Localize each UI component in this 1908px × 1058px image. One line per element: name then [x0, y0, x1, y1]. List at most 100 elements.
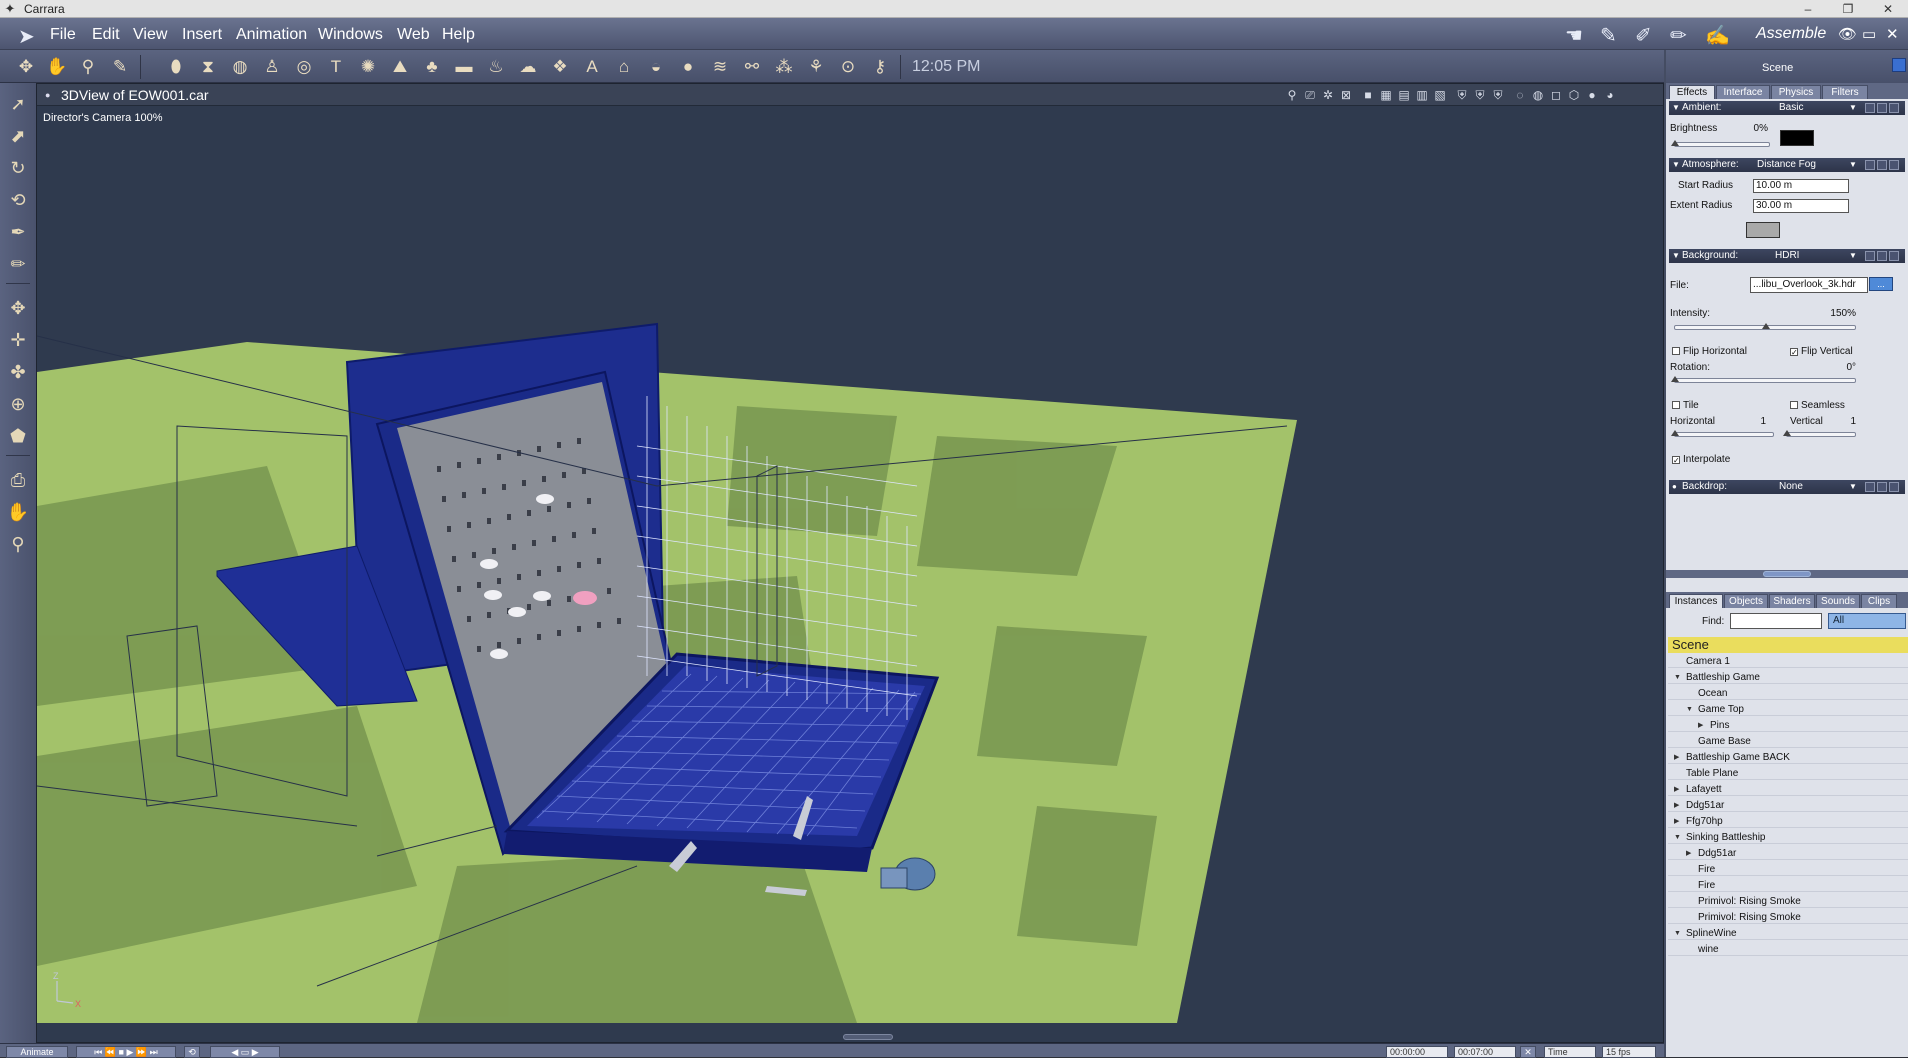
room-icon[interactable]: ⌂ [612, 56, 636, 78]
eye-icon[interactable]: 👁 [1838, 25, 1857, 43]
layout-5-icon[interactable]: ▧ [1432, 87, 1448, 103]
rotate-tool-icon[interactable]: ↻ [4, 155, 32, 181]
extent-radius-field[interactable]: 30.00 m [1753, 199, 1849, 213]
backdrop-section-header[interactable]: ● Backdrop: None ▼ [1669, 480, 1905, 494]
shield-2-icon[interactable]: ⛨ [1472, 87, 1488, 103]
tree-item[interactable]: ▶ Ddg51ar [1668, 847, 1908, 860]
close-room-icon[interactable]: ✕ [1886, 25, 1899, 43]
model-room-icon[interactable]: ✎ [1600, 23, 1617, 48]
tree-item[interactable]: ▼ Battleship Game [1668, 671, 1908, 684]
direct-manipulation-icon[interactable]: ⬈ [4, 123, 32, 149]
frame-controls[interactable]: ◀ ▭ ▶ [210, 1046, 280, 1058]
vertex-object-icon[interactable]: ◒ [644, 56, 668, 78]
plane-icon[interactable]: ▬ [452, 56, 476, 78]
render-room-icon[interactable]: ✍ [1705, 23, 1730, 48]
fps-select[interactable]: 15 fps [1602, 1046, 1656, 1058]
tab-objects[interactable]: Objects [1724, 594, 1768, 608]
collapsed-arrow-icon[interactable]: ▶ [1674, 751, 1679, 764]
zoom-tool-icon[interactable]: ⚲ [76, 56, 100, 78]
trackball-tool-icon[interactable]: ✤ [4, 359, 32, 385]
transport-controls[interactable]: ⏮ ⏪ ■ ▶ ⏩ ⏭ [76, 1046, 176, 1058]
collapsed-arrow-icon[interactable]: ▶ [1686, 847, 1691, 860]
menu-web[interactable]: Web [397, 26, 430, 44]
paint-tool-icon[interactable]: ✏ [4, 251, 32, 277]
storyboard-room-icon[interactable]: ✐ [1635, 23, 1652, 48]
fog-color-swatch[interactable] [1746, 222, 1780, 238]
collapse-arrow-icon[interactable]: ▼ [1672, 249, 1680, 263]
terrain-icon[interactable]: ⛰ [388, 56, 412, 78]
tree-item[interactable]: Game Base [1668, 735, 1908, 748]
time-start-field[interactable]: 00:00:00 [1386, 1046, 1448, 1058]
menu-insert[interactable]: Insert [182, 26, 222, 44]
collapse-arrow-icon[interactable]: ▼ [1672, 158, 1680, 172]
divider-grip[interactable] [1763, 571, 1811, 577]
find-input[interactable] [1730, 613, 1822, 629]
tab-clips[interactable]: Clips [1861, 594, 1897, 608]
shield-3-icon[interactable]: ⛨ [1490, 87, 1506, 103]
tree-item[interactable]: ▼ SplineWine [1668, 927, 1908, 940]
cube-icon[interactable]: ⬡ [1566, 87, 1582, 103]
camera-icon[interactable]: ⊠ [1338, 87, 1354, 103]
plane-move-tool-icon[interactable]: ✛ [4, 327, 32, 353]
tab-sounds[interactable]: Sounds [1816, 594, 1860, 608]
tree-item[interactable]: Primivol: Rising Smoke [1668, 911, 1908, 924]
shaders-tool-icon[interactable]: ✎ [108, 56, 132, 78]
dropdown-icon[interactable]: ▼ [1849, 249, 1857, 263]
maximize-room-icon[interactable]: ▭ [1862, 25, 1876, 43]
cloud-icon[interactable]: ☁ [516, 56, 540, 78]
pin-icon[interactable] [1892, 58, 1906, 72]
menu-animation[interactable]: Animation [236, 26, 307, 44]
expanded-arrow-icon[interactable]: ▼ [1674, 671, 1681, 684]
light-icon[interactable]: ✲ [1320, 87, 1336, 103]
tree-icon[interactable]: ♣ [420, 56, 444, 78]
layout-1-icon[interactable]: ■ [1360, 87, 1376, 103]
tree-item[interactable]: ▼ Sinking Battleship [1668, 831, 1908, 844]
sphere-primitive-icon[interactable]: ◍ [228, 56, 252, 78]
shield-1-icon[interactable]: ⛨ [1454, 87, 1470, 103]
tile-checkbox[interactable]: Tile [1672, 400, 1699, 411]
box-icon[interactable]: ◻ [1548, 87, 1564, 103]
move-tool-icon[interactable]: ✥ [4, 295, 32, 321]
restore-button[interactable]: ❐ [1828, 0, 1868, 18]
light-bulb-icon[interactable]: ⊙ [836, 56, 860, 78]
time-mode-select[interactable]: Time [1544, 1046, 1596, 1058]
particles-icon[interactable]: ⁂ [772, 56, 796, 78]
figure-icon[interactable]: ♙ [260, 56, 284, 78]
move-tool-icon[interactable]: ✥ [14, 56, 38, 78]
scene-root-item[interactable]: Scene [1668, 637, 1908, 653]
tree-item[interactable]: ▶ Ddg51ar [1668, 799, 1908, 812]
tree-item[interactable]: Fire [1668, 863, 1908, 876]
tab-interface[interactable]: Interface [1716, 85, 1770, 99]
shaded-sphere-icon[interactable]: ● [1584, 87, 1600, 103]
time-end-field[interactable]: 00:07:00 [1454, 1046, 1516, 1058]
layout-4-icon[interactable]: ▥ [1414, 87, 1430, 103]
twist-tool-icon[interactable]: ⟲ [4, 187, 32, 213]
bone-icon[interactable]: ⚯ [740, 56, 764, 78]
intensity-slider[interactable] [1674, 323, 1856, 330]
menu-help[interactable]: Help [442, 26, 475, 44]
rotation-slider[interactable] [1671, 376, 1856, 383]
ambient-color-swatch[interactable] [1780, 130, 1814, 146]
brightness-slider[interactable] [1671, 140, 1770, 147]
ambient-section-header[interactable]: ▼ Ambient: Basic ▼ [1669, 101, 1905, 115]
flip-vertical-checkbox[interactable]: ✓ Flip Vertical [1790, 346, 1853, 357]
layout-3-icon[interactable]: ▤ [1396, 87, 1412, 103]
rotate-3d-tool-icon[interactable]: ⊕ [4, 391, 32, 417]
spring-icon[interactable]: ≋ [708, 56, 732, 78]
zoom-magnifier-icon[interactable]: ⚲ [4, 531, 32, 557]
collapsed-arrow-icon[interactable]: ▶ [1674, 815, 1679, 828]
viewport-splitter-handle[interactable] [843, 1034, 893, 1040]
tree-item[interactable]: ▶ Battleship Game BACK [1668, 751, 1908, 764]
wire-sphere-icon[interactable]: ◌ [1512, 87, 1528, 103]
vertical-slider[interactable] [1783, 430, 1856, 437]
dropdown-icon[interactable]: ▼ [1849, 158, 1857, 172]
close-button[interactable]: ✕ [1868, 0, 1908, 18]
loop-icon[interactable]: ⟲ [184, 1046, 200, 1058]
dot-sphere-icon[interactable]: ◍ [1530, 87, 1546, 103]
key-icon[interactable]: ✕ [1520, 1046, 1536, 1058]
hdri-file-field[interactable]: ...libu_Overlook_3k.hdr [1750, 277, 1868, 293]
expanded-arrow-icon[interactable]: ▼ [1674, 927, 1681, 940]
tab-physics[interactable]: Physics [1771, 85, 1821, 99]
start-radius-field[interactable]: 10.00 m [1753, 179, 1849, 193]
pen-tool-icon[interactable]: ✒ [4, 219, 32, 245]
